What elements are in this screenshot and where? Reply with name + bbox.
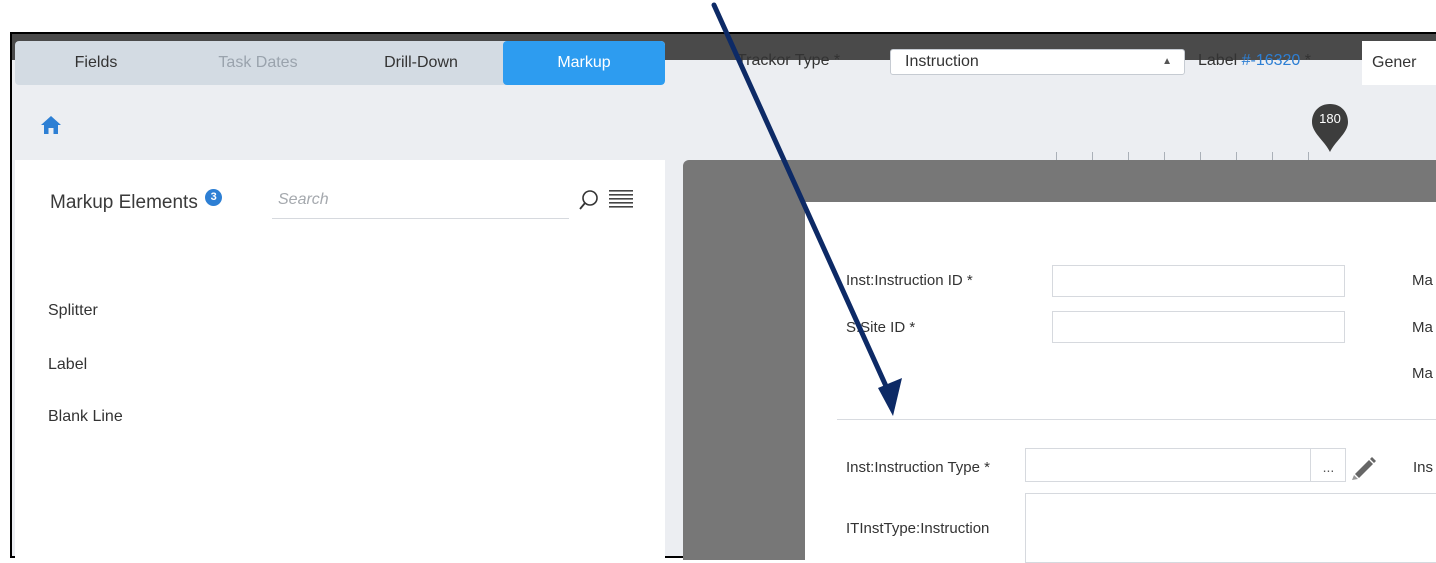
right-label-2: Ma [1412, 319, 1433, 336]
home-icon[interactable] [40, 114, 62, 136]
markup-elements-panel: Markup Elements 3 Splitter Label Blank L… [15, 160, 665, 560]
element-blank-line[interactable]: Blank Line [48, 408, 123, 426]
search-icon[interactable] [578, 189, 600, 211]
element-splitter[interactable]: Splitter [48, 302, 98, 320]
select-caret-icon: ▲ [1162, 56, 1172, 67]
element-label[interactable]: Label [48, 356, 87, 374]
trackor-type-label: Trackor Type * [737, 52, 841, 69]
ruler [1040, 148, 1436, 160]
label-id-link[interactable]: #-16320 [1242, 52, 1301, 69]
right-label-1: Ma [1412, 272, 1433, 289]
inst-type-textarea[interactable] [1025, 493, 1436, 563]
tab-task-dates[interactable]: Task Dates [177, 41, 339, 85]
list-view-icon[interactable] [609, 189, 633, 209]
tab-bar: Fields Task Dates Drill-Down Markup [15, 41, 665, 85]
ruler-marker-icon[interactable] [1310, 102, 1350, 154]
right-label-4: Ins [1413, 459, 1434, 476]
instruction-type-input[interactable] [1025, 448, 1346, 482]
label-prefix: Label [1198, 52, 1242, 69]
label-field-label: Label #-16320 * [1198, 52, 1311, 70]
trackor-type-value: Instruction [905, 53, 979, 70]
field-label-instruction-type: Inst:Instruction Type * [846, 459, 990, 476]
ruler-marker-value: 180 [1319, 111, 1341, 126]
label-suffix: * [1300, 52, 1311, 69]
site-id-input[interactable] [1052, 311, 1345, 343]
tab-markup[interactable]: Markup [503, 41, 665, 85]
trackor-type-select[interactable]: Instruction ▲ [890, 49, 1185, 75]
instruction-id-input[interactable] [1052, 265, 1345, 297]
panel-title: Markup Elements 3 [50, 189, 223, 214]
field-label-inst-type: ITInstType:Instruction [846, 520, 990, 537]
field-label-instruction-id: Inst:Instruction ID * [846, 272, 973, 289]
lookup-button[interactable]: ... [1310, 448, 1346, 482]
pencil-icon[interactable] [1349, 452, 1379, 480]
splitter-line [837, 419, 1436, 420]
panel-title-text: Markup Elements [50, 192, 198, 213]
right-label-3: Ma [1412, 365, 1433, 382]
field-label-site-id: S:Site ID * [846, 319, 916, 336]
count-badge: 3 [205, 189, 223, 206]
search-input[interactable] [272, 182, 569, 219]
tab-fields[interactable]: Fields [15, 41, 177, 85]
general-field[interactable]: Gener [1362, 41, 1436, 85]
tab-drill-down[interactable]: Drill-Down [339, 41, 503, 85]
